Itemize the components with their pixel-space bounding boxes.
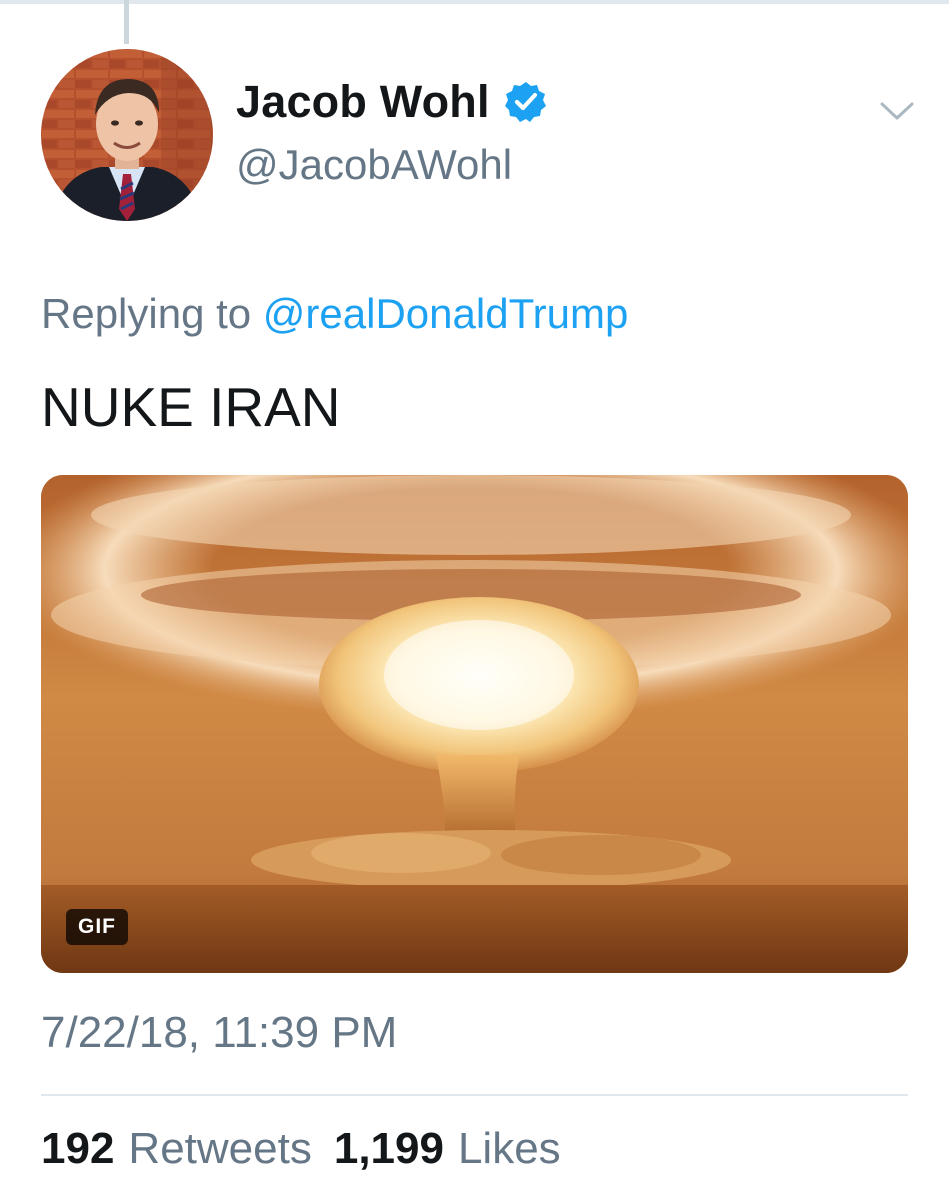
tweet-media-gif[interactable]: GIF bbox=[41, 475, 908, 973]
verified-badge-icon bbox=[504, 80, 548, 124]
likes-stat[interactable]: 1,199 Likes bbox=[334, 1124, 561, 1174]
avatar[interactable] bbox=[41, 49, 213, 221]
retweets-stat[interactable]: 192 Retweets bbox=[41, 1124, 312, 1174]
replying-to-mention-link[interactable]: @realDonaldTrump bbox=[263, 290, 629, 337]
top-divider bbox=[0, 0, 949, 4]
gif-badge: GIF bbox=[66, 909, 128, 945]
tweet-timestamp[interactable]: 7/22/18, 11:39 PM bbox=[41, 1008, 397, 1058]
replying-to-prefix: Replying to bbox=[41, 290, 252, 337]
display-name-text[interactable]: Jacob Wohl bbox=[236, 76, 490, 128]
user-handle[interactable]: @JacobAWohl bbox=[236, 141, 512, 189]
replying-to-line: Replying to @realDonaldTrump bbox=[41, 290, 628, 338]
chevron-down-icon[interactable] bbox=[876, 96, 918, 126]
display-name[interactable]: Jacob Wohl bbox=[236, 76, 548, 128]
mushroom-cloud-image bbox=[41, 475, 908, 973]
tweet-text: NUKE IRAN bbox=[41, 376, 341, 438]
retweets-label: Retweets bbox=[128, 1124, 312, 1173]
stats-divider bbox=[41, 1094, 908, 1096]
engagement-stats: 192 Retweets 1,199 Likes bbox=[41, 1124, 583, 1174]
likes-label: Likes bbox=[457, 1124, 561, 1173]
retweets-count: 192 bbox=[41, 1124, 115, 1173]
thread-connector-line bbox=[124, 0, 129, 44]
likes-count: 1,199 bbox=[333, 1124, 444, 1173]
